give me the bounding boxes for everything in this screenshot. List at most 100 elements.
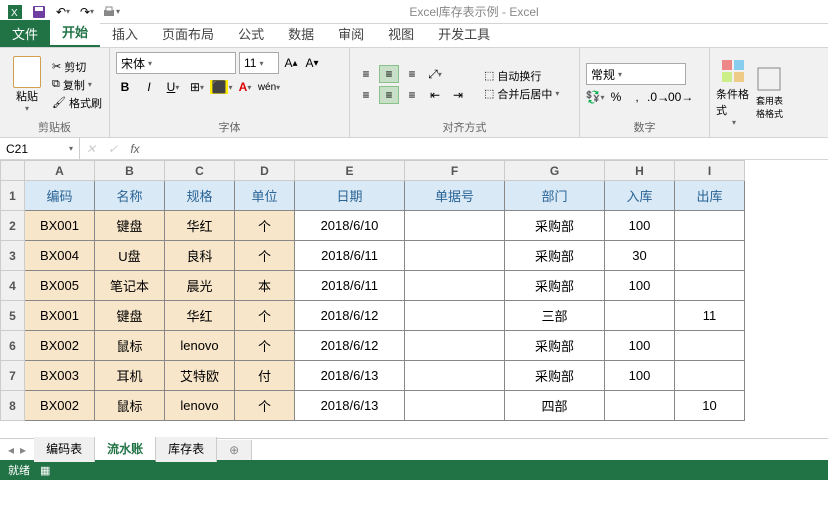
table-cell[interactable]: 10 [675,391,745,421]
table-cell[interactable]: 100 [605,361,675,391]
table-cell[interactable]: 笔记本 [95,271,165,301]
table-cell[interactable] [405,361,505,391]
font-name-combo[interactable]: 宋体▾ [116,52,236,74]
table-cell[interactable]: 2018/6/11 [295,241,405,271]
table-cell[interactable]: U盘 [95,241,165,271]
col-header[interactable]: C [165,161,235,181]
align-left-icon[interactable]: ≡ [356,86,376,104]
col-header[interactable]: H [605,161,675,181]
table-cell[interactable]: BX004 [25,241,95,271]
table-cell[interactable]: 采购部 [505,241,605,271]
row-header[interactable]: 5 [1,301,25,331]
number-format-combo[interactable]: 常规▾ [586,63,686,85]
fill-color-button[interactable]: ⬛▾ [212,78,230,96]
table-cell[interactable]: 晨光 [165,271,235,301]
col-header[interactable]: G [505,161,605,181]
row-header[interactable]: 2 [1,211,25,241]
underline-button[interactable]: U▾ [164,78,182,96]
col-header[interactable]: E [295,161,405,181]
sheet-tab[interactable]: 库存表 [156,437,217,462]
table-cell[interactable]: BX001 [25,211,95,241]
indent-dec-icon[interactable]: ⇤ [425,86,445,104]
table-cell[interactable]: 键盘 [95,211,165,241]
table-cell[interactable]: 个 [235,241,295,271]
table-cell[interactable] [675,361,745,391]
cancel-icon[interactable]: ✕ [80,142,102,156]
table-header-cell[interactable]: 编码 [25,181,95,211]
table-cell[interactable] [405,331,505,361]
table-cell[interactable]: 鼠标 [95,391,165,421]
align-middle-icon[interactable]: ≡ [379,65,399,83]
table-cell[interactable] [405,271,505,301]
row-header[interactable]: 1 [1,181,25,211]
table-cell[interactable]: 耳机 [95,361,165,391]
align-right-icon[interactable]: ≡ [402,86,422,104]
table-cell[interactable]: BX002 [25,331,95,361]
col-header[interactable]: F [405,161,505,181]
table-header-cell[interactable]: 入库 [605,181,675,211]
table-cell[interactable]: 鼠标 [95,331,165,361]
percent-icon[interactable]: % [607,88,625,106]
table-cell[interactable]: 采购部 [505,361,605,391]
table-cell[interactable]: 良科 [165,241,235,271]
table-cell[interactable]: 11 [675,301,745,331]
table-header-cell[interactable]: 规格 [165,181,235,211]
sheet-tab[interactable]: 编码表 [34,437,95,462]
wrap-text-button[interactable]: ⬚自动换行 [484,68,559,84]
table-cell[interactable]: 个 [235,301,295,331]
table-header-cell[interactable]: 出库 [675,181,745,211]
table-cell[interactable] [675,241,745,271]
table-cell[interactable]: BX003 [25,361,95,391]
add-sheet-icon[interactable]: ⊕ [217,440,252,460]
format-painter-button[interactable]: 🖌格式刷 [52,95,102,111]
table-cell[interactable] [605,391,675,421]
table-cell[interactable] [605,301,675,331]
table-cell[interactable]: 100 [605,271,675,301]
name-box[interactable]: C21▾ [0,138,80,159]
tab-dev[interactable]: 开发工具 [426,20,502,47]
table-cell[interactable]: 个 [235,331,295,361]
italic-button[interactable]: I [140,78,158,96]
table-cell[interactable] [405,301,505,331]
sheet-nav-first-icon[interactable]: ◂ [8,443,14,457]
worksheet-grid[interactable]: ABCDEFGHI1编码名称规格单位日期单据号部门入库出库2BX001键盘华红个… [0,160,828,438]
save-icon[interactable] [30,3,48,21]
table-cell[interactable]: 付 [235,361,295,391]
col-header[interactable]: A [25,161,95,181]
align-bottom-icon[interactable]: ≡ [402,65,422,83]
decrease-font-icon[interactable]: A▾ [303,54,321,72]
tab-view[interactable]: 视图 [376,20,426,47]
enter-icon[interactable]: ✓ [102,142,124,156]
tab-layout[interactable]: 页面布局 [150,20,226,47]
table-header-cell[interactable]: 单据号 [405,181,505,211]
col-header[interactable]: B [95,161,165,181]
tab-review[interactable]: 审阅 [326,20,376,47]
row-header[interactable]: 3 [1,241,25,271]
table-cell[interactable]: 艾特欧 [165,361,235,391]
table-cell[interactable]: 四部 [505,391,605,421]
table-header-cell[interactable]: 名称 [95,181,165,211]
table-cell[interactable]: 2018/6/12 [295,331,405,361]
paste-button[interactable]: 粘贴 ▾ [6,55,48,115]
merge-center-button[interactable]: ⬚合并后居中▾ [484,86,559,102]
align-top-icon[interactable]: ≡ [356,65,376,83]
table-cell[interactable]: 个 [235,391,295,421]
table-cell[interactable]: lenovo [165,391,235,421]
dec-decimal-icon[interactable]: .00→ [670,88,688,106]
cut-button[interactable]: ✂剪切 [52,59,102,75]
comma-icon[interactable]: , [628,88,646,106]
cond-format-button[interactable]: 条件格式▾ [716,58,752,127]
row-header[interactable]: 8 [1,391,25,421]
table-cell[interactable]: 个 [235,211,295,241]
align-center-icon[interactable]: ≡ [379,86,399,104]
sheet-nav-last-icon[interactable]: ▸ [20,443,26,457]
table-header-cell[interactable]: 单位 [235,181,295,211]
quickprint-icon[interactable]: ▾ [102,3,120,21]
table-cell[interactable]: 100 [605,211,675,241]
table-cell[interactable]: 本 [235,271,295,301]
tab-formulas[interactable]: 公式 [226,20,276,47]
table-header-cell[interactable]: 部门 [505,181,605,211]
fx-icon[interactable]: fx [124,142,146,156]
table-cell[interactable]: 100 [605,331,675,361]
table-cell[interactable]: BX005 [25,271,95,301]
